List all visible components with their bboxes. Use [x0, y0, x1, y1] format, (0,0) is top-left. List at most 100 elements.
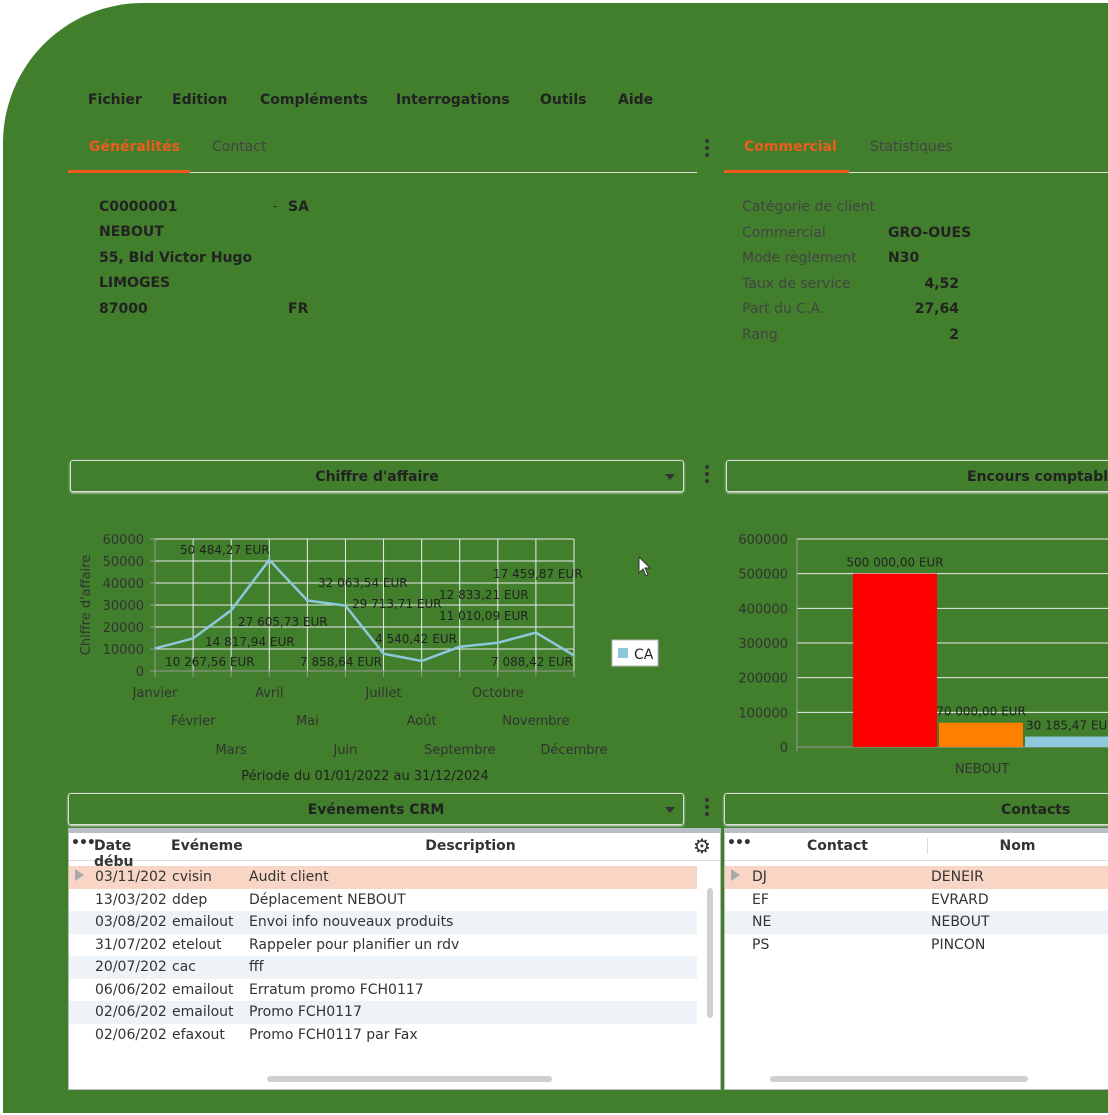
crm-select-value: Evénements CRM — [307, 802, 445, 818]
y-tick-label: 50000 — [103, 555, 144, 570]
active-tab-underline-right — [724, 170, 849, 173]
table-cell: Promo FCH0117 — [249, 1004, 362, 1020]
table-cell: Promo FCH0117 par Fax — [249, 1026, 418, 1043]
bar — [939, 722, 1023, 747]
column-chooser-icon[interactable]: ••• — [727, 835, 751, 851]
table-cell: Envoi info nouveaux produits — [249, 914, 454, 930]
table-cell: etelout — [172, 936, 222, 953]
table-cell: 13/03/202: — [95, 891, 167, 908]
x-tick-label: Février — [171, 714, 216, 729]
table-cell: emailout — [172, 981, 234, 998]
data-label: 4 540,42 EUR — [375, 632, 457, 646]
table-row[interactable]: 06/06/202: emailout Erratum promo FCH0117 — [69, 979, 697, 1002]
table-row[interactable]: 31/07/202: etelout Rappeler pour planifier… — [69, 934, 697, 957]
current-row-indicator-icon — [75, 869, 84, 881]
table-cell: PINCON — [931, 936, 986, 953]
tab-generalites[interactable]: Généralités — [89, 139, 180, 155]
col-nom[interactable]: Nom — [927, 838, 1107, 854]
table-row[interactable]: 03/08/202: emailout Envoi info nouveaux pr… — [69, 911, 697, 934]
encours-bar-chart: 0 100000 200000 300000 400000 500000 600000 500… — [738, 533, 1108, 777]
menu-aide[interactable]: Aide — [618, 92, 653, 108]
table-cell: Rappeler pour planifier un rdv — [249, 936, 460, 953]
y-tick-label: 30000 — [103, 599, 144, 614]
gear-icon[interactable]: ⚙ — [693, 834, 711, 858]
tab-contact[interactable]: Contact — [212, 139, 266, 155]
col-evenement[interactable]: Evénemer — [171, 838, 243, 854]
y-tick-label: 10000 — [103, 643, 144, 658]
x-tick-label: Octobre — [472, 686, 524, 701]
chart-select[interactable]: Chiffre d'affaire — [70, 460, 684, 492]
table-cell: Erratum promo FCH0117 — [249, 981, 424, 998]
table-row[interactable]: PS PINCON — [725, 934, 1108, 957]
x-tick-label: Juillet — [365, 686, 402, 701]
crm-select[interactable]: Evénements CRM — [68, 793, 684, 825]
menu-interrogations[interactable]: Interrogations — [396, 92, 510, 108]
column-chooser-icon[interactable]: ••• — [71, 835, 95, 851]
vertical-scrollbar[interactable] — [707, 888, 713, 1018]
x-tick-label: Avril — [255, 686, 283, 701]
contacts-header: Contacts — [724, 793, 1108, 825]
data-label: 14 817,94 EUR — [205, 635, 295, 649]
table-cell: 02/06/202: — [95, 1004, 167, 1020]
col-contact[interactable]: Contact — [750, 838, 925, 854]
commercial-value: N30 — [888, 250, 920, 266]
data-label: 10 267,56 EUR — [165, 655, 255, 669]
col-description[interactable]: Description — [244, 838, 697, 854]
client-nom: NEBOUT — [99, 224, 164, 240]
table-cell: 06/06/202: — [95, 981, 167, 998]
client-code: C0000001 — [99, 199, 178, 215]
x-tick-label: Juin — [332, 743, 357, 758]
data-label: 50 484,27 EUR — [180, 543, 270, 557]
bar — [853, 573, 937, 747]
left-tabs-menu-icon[interactable] — [705, 139, 709, 160]
menu-complements[interactable]: Compléments — [260, 92, 368, 108]
client-adresse: 55, Bld Victor Hugo — [99, 250, 253, 266]
table-cell: emailout — [172, 1004, 234, 1020]
data-label: 7 858,64 EUR — [300, 655, 382, 669]
horizontal-scrollbar[interactable] — [770, 1076, 1028, 1082]
table-cell: DJ — [752, 869, 767, 885]
crm-grid: ••• Date débu Evénemer Description ⚙ 03/… — [68, 828, 721, 1090]
menu-fichier[interactable]: Fichier — [88, 92, 142, 108]
table-cell: 03/08/202: — [95, 914, 167, 930]
y-tick-label: 400000 — [738, 602, 788, 617]
data-label: 500 000,00 EUR — [846, 556, 943, 570]
commercial-value: 2 — [949, 326, 959, 343]
y-tick-label: 20000 — [103, 621, 144, 636]
table-row[interactable]: EF EVRARD — [725, 889, 1108, 912]
x-tick-label: Septembre — [424, 743, 496, 758]
commercial-value: 4,52 — [924, 275, 959, 292]
menu-outils[interactable]: Outils — [540, 92, 587, 108]
table-row[interactable]: 02/06/202: emailout Promo FCH0117 — [69, 1001, 697, 1024]
chart-menu-icon[interactable] — [705, 465, 709, 486]
table-row[interactable]: 20/07/202: cac fff — [69, 956, 697, 979]
table-row[interactable]: 03/11/202: cvisin Audit client — [69, 866, 697, 889]
table-row[interactable]: 02/06/202: efaxout Promo FCH0117 par Fax — [69, 1024, 697, 1047]
menu-edition[interactable]: Edition — [172, 92, 227, 108]
encours-select[interactable]: Encours comptable — [726, 460, 1108, 492]
crm-grid-header: ••• Date débu Evénemer Description ⚙ — [69, 833, 720, 870]
tab-statistiques[interactable]: Statistiques — [870, 139, 953, 155]
table-row[interactable]: 13/03/202: ddep Déplacement NEBOUT — [69, 889, 697, 912]
x-tick-label: Décembre — [540, 743, 607, 758]
contacts-grid-header: ••• Contact Nom — [725, 833, 1108, 861]
table-cell: NEBOUT — [931, 914, 990, 930]
table-cell: NE — [752, 914, 772, 930]
x-tick-label: Janvier — [132, 686, 178, 701]
x-tick-label: Août — [407, 714, 437, 729]
y-tick-label: 500000 — [738, 568, 788, 583]
crm-menu-icon[interactable] — [705, 798, 709, 819]
horizontal-scrollbar[interactable] — [267, 1076, 552, 1082]
y-tick-label: 60000 — [103, 533, 144, 548]
client-cp: 87000 — [99, 301, 148, 317]
table-cell: DENEIR — [931, 869, 984, 885]
contacts-title: Contacts — [1001, 802, 1071, 818]
commercial-label: Catégorie de client — [742, 199, 876, 215]
table-row[interactable]: DJ DENEIR — [725, 866, 1108, 889]
data-label: 12 833,21 EUR — [439, 588, 529, 602]
commercial-label: Part du C.A. — [742, 301, 825, 317]
tab-commercial[interactable]: Commercial — [744, 139, 837, 155]
y-tick-label: 100000 — [738, 706, 788, 721]
y-tick-label: 40000 — [103, 577, 144, 592]
table-row[interactable]: NE NEBOUT — [725, 911, 1108, 934]
